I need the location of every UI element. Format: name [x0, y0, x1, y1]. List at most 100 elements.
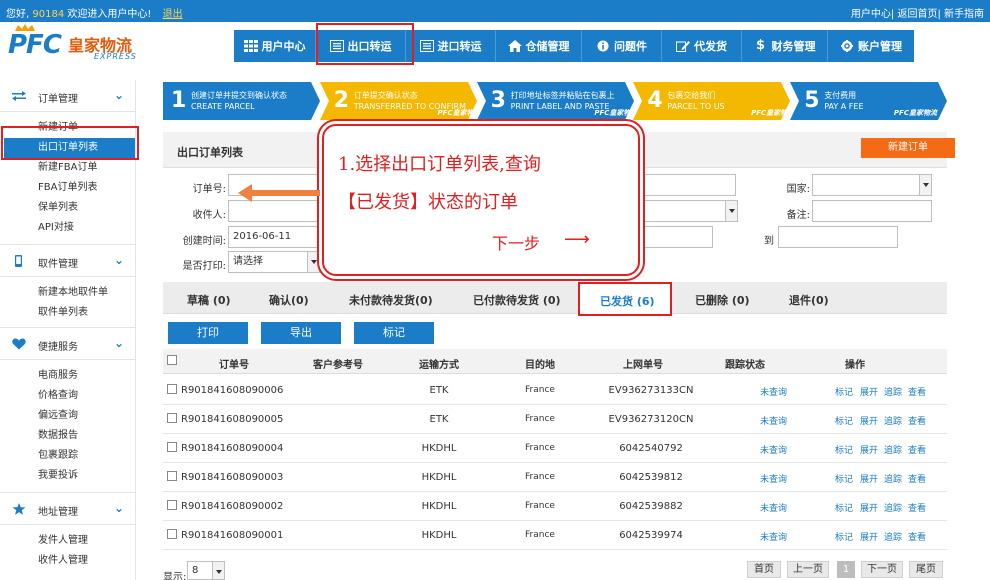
reference-input[interactable] — [636, 174, 736, 196]
row-checkbox[interactable] — [167, 471, 177, 481]
logo[interactable]: PFC 皇家物流 EXPRESS — [8, 24, 168, 64]
chevron-down-icon: ⌄ — [114, 253, 125, 267]
tab-unpaid-pending[interactable]: 未付款待发货(0) — [349, 292, 433, 308]
mark-link[interactable]: 标记 — [835, 472, 853, 485]
sidebar-group-title: 便捷服务 — [38, 342, 78, 353]
mark-link[interactable]: 标记 — [835, 443, 853, 456]
new-order-button[interactable]: 新建订单 — [861, 138, 955, 158]
country-select[interactable] — [812, 174, 932, 196]
tab-draft[interactable]: 草稿 (0) — [187, 292, 231, 308]
track-link[interactable]: 追踪 — [884, 443, 902, 456]
row-checkbox[interactable] — [167, 442, 177, 452]
tracking-status-link[interactable]: 未查询 — [760, 414, 787, 427]
sidebar-group-header[interactable]: 取件管理 ⌄ — [0, 245, 135, 277]
prev-page-button[interactable]: 上一页 — [787, 561, 829, 578]
sidebar-item-complaint[interactable]: 我要投诉 — [0, 466, 135, 486]
sidebar-group-header[interactable]: 订单管理 ⌄ — [0, 80, 135, 112]
sidebar-item-new-fba-order[interactable]: 新建FBA订单 — [0, 158, 135, 178]
printed-select[interactable]: 请选择 — [228, 251, 320, 273]
nav-account[interactable]: 账户管理 — [828, 30, 914, 62]
tab-paid-pending[interactable]: 已付款待发货 (0) — [473, 292, 561, 308]
tab-confirmed[interactable]: 确认(0) — [269, 292, 309, 308]
logout-link[interactable]: 退出 — [163, 9, 183, 20]
sidebar-item-remote-query[interactable]: 偏远查询 — [0, 406, 135, 426]
select-all-checkbox[interactable] — [167, 355, 177, 365]
expand-link[interactable]: 展开 — [860, 501, 878, 514]
tab-shipped[interactable]: 已发货 (6) — [600, 293, 655, 309]
table-row: R901841608090002 HKDHL France 6042539882 未查询… — [163, 492, 947, 521]
nav-problem-items[interactable]: 问题件 — [582, 30, 662, 62]
row-checkbox[interactable] — [167, 413, 177, 423]
export-button[interactable]: 导出 — [261, 322, 341, 344]
track-link[interactable]: 追踪 — [884, 472, 902, 485]
current-page-button[interactable]: 1 — [837, 561, 855, 578]
created-end-input[interactable] — [778, 226, 898, 248]
nav-warehouse[interactable]: 仓储管理 — [496, 30, 582, 62]
mark-link[interactable]: 标记 — [835, 530, 853, 543]
row-checkbox[interactable] — [167, 529, 177, 539]
nav-dropship[interactable]: 代发货 — [662, 30, 742, 62]
expand-link[interactable]: 展开 — [860, 385, 878, 398]
row-checkbox[interactable] — [167, 384, 177, 394]
view-link[interactable]: 查看 — [908, 501, 926, 514]
track-link[interactable]: 追踪 — [884, 501, 902, 514]
mark-link[interactable]: 标记 — [835, 414, 853, 427]
page-size-select[interactable]: 8 — [187, 561, 225, 580]
created-start-input[interactable]: 2016-06-11 — [228, 226, 326, 248]
remark-input[interactable] — [812, 200, 932, 222]
tracking-status-link[interactable]: 未查询 — [760, 472, 787, 485]
tracking-status-link[interactable]: 未查询 — [760, 443, 787, 456]
nav-import-transfer[interactable]: 进口转运 — [406, 30, 496, 62]
tracking-status-link[interactable]: 未查询 — [760, 530, 787, 543]
tracking-status-link[interactable]: 未查询 — [760, 501, 787, 514]
created-mid-input[interactable] — [636, 226, 713, 248]
track-link[interactable]: 追踪 — [884, 414, 902, 427]
sidebar-item-policies[interactable]: 保单列表 — [0, 198, 135, 218]
nav-user-center[interactable]: 用户中心 — [234, 30, 316, 62]
view-link[interactable]: 查看 — [908, 385, 926, 398]
tab-shipped-highlight[interactable]: 已发货 (6) — [578, 282, 672, 316]
expand-link[interactable]: 展开 — [860, 414, 878, 427]
expand-link[interactable]: 展开 — [860, 443, 878, 456]
sidebar-group-header[interactable]: 地址管理 ⌄ — [0, 493, 135, 525]
track-link[interactable]: 追踪 — [884, 530, 902, 543]
mark-link[interactable]: 标记 — [835, 385, 853, 398]
view-link[interactable]: 查看 — [908, 472, 926, 485]
track-link[interactable]: 追踪 — [884, 385, 902, 398]
view-link[interactable]: 查看 — [908, 443, 926, 456]
order-no-cell: R901841608090005 — [181, 414, 284, 425]
method-select[interactable] — [636, 200, 738, 222]
expand-link[interactable]: 展开 — [860, 530, 878, 543]
sidebar-item-data-report[interactable]: 数据报告 — [0, 426, 135, 446]
tab-deleted[interactable]: 已删除 (0) — [695, 292, 750, 308]
sidebar-item-tracking[interactable]: 包裹跟踪 — [0, 446, 135, 466]
destination-cell: France — [525, 472, 555, 482]
tracking-status-link[interactable]: 未查询 — [760, 385, 787, 398]
mark-button[interactable]: 标记 — [354, 322, 434, 344]
sidebar-item-api[interactable]: API对接 — [0, 218, 135, 238]
sidebar-item-new-pickup[interactable]: 新建本地取件单 — [0, 283, 135, 303]
sidebar-item-ecommerce[interactable]: 电商服务 — [0, 366, 135, 386]
page-title: 出口订单列表 — [177, 146, 243, 159]
mark-link[interactable]: 标记 — [835, 501, 853, 514]
view-link[interactable]: 查看 — [908, 530, 926, 543]
sidebar-item-price-query[interactable]: 价格查询 — [0, 386, 135, 406]
view-link[interactable]: 查看 — [908, 414, 926, 427]
sidebar-item-fba-orders[interactable]: FBA订单列表 — [0, 178, 135, 198]
row-checkbox[interactable] — [167, 500, 177, 510]
expand-link[interactable]: 展开 — [860, 472, 878, 485]
sidebar-item-pickup-list[interactable]: 取件单列表 — [0, 303, 135, 323]
sidebar-group-header[interactable]: 便捷服务 ⌄ — [0, 328, 135, 360]
first-page-button[interactable]: 首页 — [747, 561, 781, 578]
last-page-button[interactable]: 尾页 — [909, 561, 943, 578]
destination-cell: France — [525, 443, 555, 453]
table-row: R901841608090003 HKDHL France 6042539812 未查询… — [163, 463, 947, 492]
nav-finance[interactable]: $ 财务管理 — [742, 30, 828, 62]
top-right-links[interactable]: 用户中心| 返回首页| 新手指南 — [851, 5, 984, 20]
sidebar-item-senders[interactable]: 发件人管理 — [0, 531, 135, 551]
sidebar-item-recipients[interactable]: 收件人管理 — [0, 551, 135, 571]
recipient-input[interactable] — [228, 200, 326, 222]
print-button[interactable]: 打印 — [168, 322, 248, 344]
next-page-button[interactable]: 下一页 — [861, 561, 903, 578]
tab-returned[interactable]: 退件(0) — [789, 292, 829, 308]
